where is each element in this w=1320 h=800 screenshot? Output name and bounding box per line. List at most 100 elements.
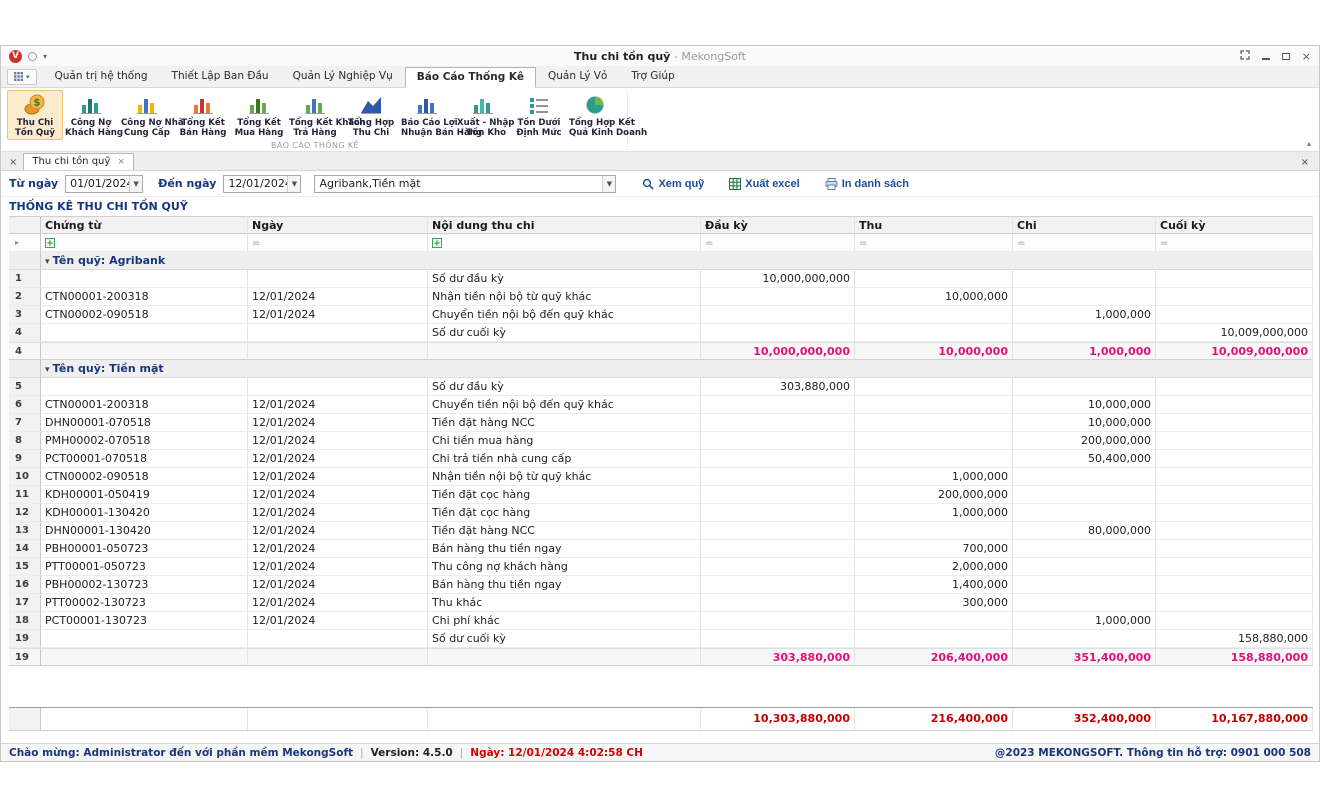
cell-thu[interactable] bbox=[855, 270, 1013, 288]
cell-cuoi-ky[interactable] bbox=[1156, 378, 1313, 396]
export-excel-button[interactable]: Xuất excel bbox=[720, 176, 808, 192]
cell-thu[interactable] bbox=[855, 630, 1013, 648]
fullscreen-button[interactable] bbox=[1240, 50, 1250, 62]
cell-ngay[interactable]: 12/01/2024 bbox=[248, 540, 428, 558]
cell-cuoi-ky[interactable]: 158,880,000 bbox=[1156, 630, 1313, 648]
cell-chung-tu[interactable]: KDH00001-050419 bbox=[41, 486, 248, 504]
cell-noi-dung[interactable]: Thu công nợ khách hàng bbox=[428, 558, 701, 576]
cell-noi-dung[interactable]: Tiền đặt cọc hàng bbox=[428, 486, 701, 504]
cell-cuoi-ky[interactable] bbox=[1156, 432, 1313, 450]
cell-chi[interactable] bbox=[1013, 270, 1156, 288]
cell-ngay[interactable]: 12/01/2024 bbox=[248, 396, 428, 414]
cell-ngay[interactable]: 12/01/2024 bbox=[248, 306, 428, 324]
cell-chi[interactable] bbox=[1013, 540, 1156, 558]
cell-ngay[interactable]: 12/01/2024 bbox=[248, 558, 428, 576]
table-row[interactable]: 16PBH00002-13072312/01/2024Bán hàng thu … bbox=[9, 576, 1313, 594]
cell-thu[interactable]: 1,400,000 bbox=[855, 576, 1013, 594]
table-row[interactable]: 10CTN00002-09051812/01/2024Nhận tiền nội… bbox=[9, 468, 1313, 486]
cell-cuoi-ky[interactable] bbox=[1156, 522, 1313, 540]
table-row[interactable]: 12KDH00001-13042012/01/2024Tiền đặt cọc … bbox=[9, 504, 1313, 522]
cell-chi[interactable]: 80,000,000 bbox=[1013, 522, 1156, 540]
table-row[interactable]: 5Số dư đầu kỳ303,880,000 bbox=[9, 378, 1313, 396]
cell-noi-dung[interactable]: Chuyển tiền nội bộ đến quỹ khác bbox=[428, 396, 701, 414]
cell-cuoi-ky[interactable] bbox=[1156, 504, 1313, 522]
cell-chi[interactable] bbox=[1013, 378, 1156, 396]
menu-tab-2[interactable]: Quản Lý Nghiệp Vụ bbox=[281, 66, 405, 87]
column-header-5[interactable]: Chi bbox=[1013, 216, 1156, 234]
cell-dau-ky[interactable] bbox=[701, 630, 855, 648]
cell-noi-dung[interactable]: Tiền đặt hàng NCC bbox=[428, 414, 701, 432]
cell-cuoi-ky[interactable] bbox=[1156, 540, 1313, 558]
cell-ngay[interactable] bbox=[248, 630, 428, 648]
cell-cuoi-ky[interactable] bbox=[1156, 468, 1313, 486]
cell-ngay[interactable]: 12/01/2024 bbox=[248, 486, 428, 504]
cell-noi-dung[interactable]: Nhận tiền nội bộ từ quỹ khác bbox=[428, 468, 701, 486]
cell-cuoi-ky[interactable] bbox=[1156, 594, 1313, 612]
from-date-input[interactable]: 01/01/2024 ▼ bbox=[65, 175, 143, 193]
table-row[interactable]: 7DHN00001-07051812/01/2024Tiền đặt hàng … bbox=[9, 414, 1313, 432]
cell-noi-dung[interactable]: Thu khác bbox=[428, 594, 701, 612]
menu-tab-1[interactable]: Thiết Lập Ban Đầu bbox=[160, 66, 281, 87]
cell-chung-tu[interactable]: DHN00001-070518 bbox=[41, 414, 248, 432]
fund-select[interactable]: Agribank,Tiền mặt ▼ bbox=[314, 175, 616, 193]
cell-ngay[interactable]: 12/01/2024 bbox=[248, 450, 428, 468]
cell-cuoi-ky[interactable] bbox=[1156, 486, 1313, 504]
cell-ngay[interactable]: 12/01/2024 bbox=[248, 288, 428, 306]
from-date-dropdown-icon[interactable]: ▼ bbox=[129, 176, 142, 192]
cell-dau-ky[interactable] bbox=[701, 450, 855, 468]
cell-ngay[interactable]: 12/01/2024 bbox=[248, 612, 428, 630]
column-header-0[interactable]: Chứng từ bbox=[41, 216, 248, 234]
ribbon-item-6[interactable]: Tổng HợpThu Chi bbox=[343, 90, 399, 140]
cell-chung-tu[interactable]: CTN00001-200318 bbox=[41, 396, 248, 414]
cell-chung-tu[interactable]: PCT00001-070518 bbox=[41, 450, 248, 468]
table-row[interactable]: 17PTT00002-13072312/01/2024Thu khác300,0… bbox=[9, 594, 1313, 612]
menu-tab-4[interactable]: Quản Lý Vỏ bbox=[536, 66, 619, 87]
cell-dau-ky[interactable] bbox=[701, 414, 855, 432]
ribbon-collapse-icon[interactable]: ▴ bbox=[1307, 139, 1311, 148]
ribbon-item-3[interactable]: Tổng KếtBán Hàng bbox=[175, 90, 231, 140]
cell-chung-tu[interactable]: PTT00002-130723 bbox=[41, 594, 248, 612]
ribbon-item-4[interactable]: Tổng KếtMua Hàng bbox=[231, 90, 287, 140]
cell-dau-ky[interactable] bbox=[701, 504, 855, 522]
cell-cuoi-ky[interactable] bbox=[1156, 558, 1313, 576]
to-date-dropdown-icon[interactable]: ▼ bbox=[287, 176, 300, 192]
cell-dau-ky[interactable]: 303,880,000 bbox=[701, 378, 855, 396]
cell-noi-dung[interactable]: Số dư đầu kỳ bbox=[428, 270, 701, 288]
print-list-button[interactable]: In danh sách bbox=[816, 176, 918, 192]
quick-access-chevron-icon[interactable]: ▾ bbox=[43, 52, 47, 61]
table-row[interactable]: 19Số dư cuối kỳ158,880,000 bbox=[9, 630, 1313, 648]
app-menu-button[interactable]: ▾ bbox=[7, 69, 37, 85]
cell-thu[interactable]: 200,000,000 bbox=[855, 486, 1013, 504]
cell-thu[interactable]: 300,000 bbox=[855, 594, 1013, 612]
cell-thu[interactable]: 1,000,000 bbox=[855, 504, 1013, 522]
cell-cuoi-ky[interactable] bbox=[1156, 450, 1313, 468]
cell-chi[interactable] bbox=[1013, 486, 1156, 504]
table-row[interactable]: 1Số dư đầu kỳ10,000,000,000 bbox=[9, 270, 1313, 288]
table-row[interactable]: 14PBH00001-05072312/01/2024Bán hàng thu … bbox=[9, 540, 1313, 558]
filter-cell-5[interactable]: = bbox=[1013, 234, 1156, 252]
cell-dau-ky[interactable] bbox=[701, 324, 855, 342]
maximize-button[interactable] bbox=[1282, 51, 1290, 62]
cell-dau-ky[interactable] bbox=[701, 594, 855, 612]
cell-thu[interactable] bbox=[855, 306, 1013, 324]
cell-dau-ky[interactable] bbox=[701, 540, 855, 558]
view-fund-button[interactable]: Xem quỹ bbox=[633, 176, 713, 192]
cell-ngay[interactable] bbox=[248, 270, 428, 288]
cell-ngay[interactable] bbox=[248, 378, 428, 396]
cell-ngay[interactable] bbox=[248, 324, 428, 342]
cell-chung-tu[interactable] bbox=[41, 378, 248, 396]
cell-chi[interactable]: 1,000,000 bbox=[1013, 612, 1156, 630]
cell-thu[interactable]: 10,000,000 bbox=[855, 288, 1013, 306]
doc-tab-close-icon[interactable]: × bbox=[117, 157, 125, 167]
column-header-6[interactable]: Cuối kỳ bbox=[1156, 216, 1313, 234]
cell-ngay[interactable]: 12/01/2024 bbox=[248, 522, 428, 540]
cell-dau-ky[interactable] bbox=[701, 612, 855, 630]
cell-cuoi-ky[interactable] bbox=[1156, 576, 1313, 594]
cell-dau-ky[interactable] bbox=[701, 306, 855, 324]
cell-thu[interactable] bbox=[855, 450, 1013, 468]
cell-noi-dung[interactable]: Chi trả tiền nhà cung cấp bbox=[428, 450, 701, 468]
cell-thu[interactable] bbox=[855, 432, 1013, 450]
cell-noi-dung[interactable]: Số dư đầu kỳ bbox=[428, 378, 701, 396]
cell-chi[interactable] bbox=[1013, 468, 1156, 486]
cell-chi[interactable] bbox=[1013, 504, 1156, 522]
